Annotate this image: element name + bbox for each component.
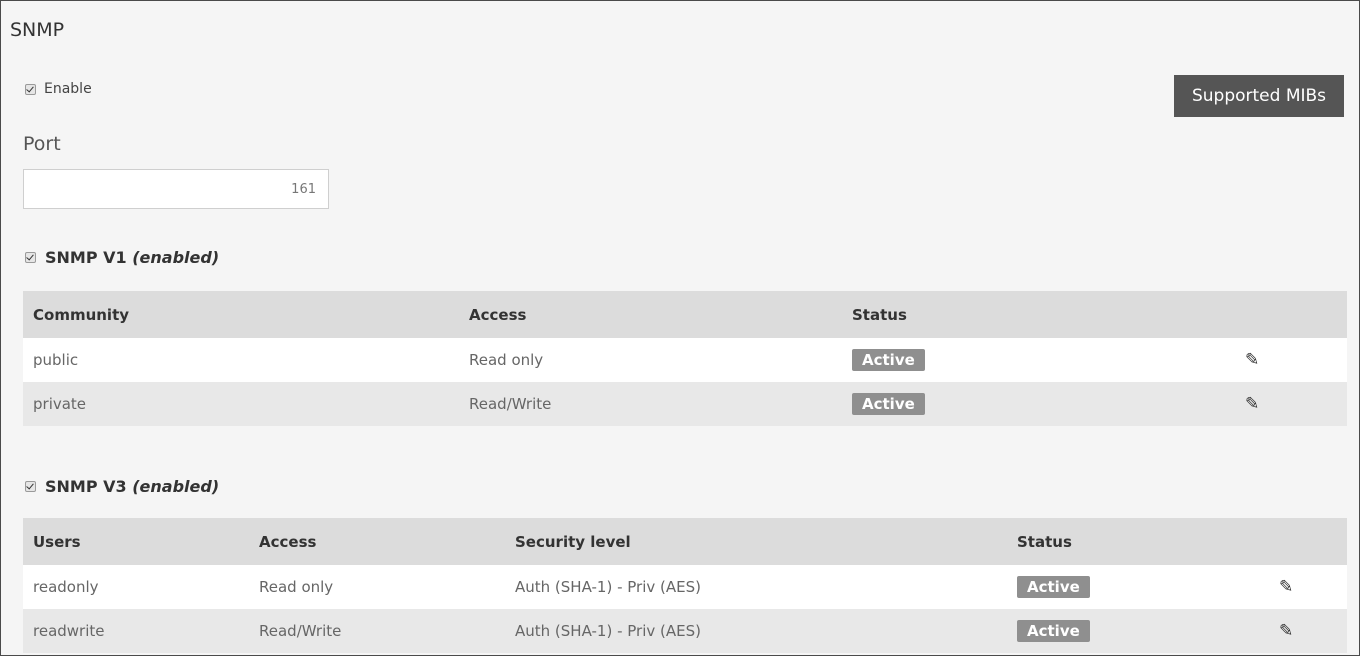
- snmp-v1-name: SNMP V1: [45, 248, 127, 267]
- snmp-v1-toggle[interactable]: SNMP V1 (enabled): [25, 248, 219, 267]
- user-cell: readonly: [33, 578, 99, 596]
- snmp-v3-toggle[interactable]: SNMP V3 (enabled): [25, 477, 219, 496]
- col-access: Access: [259, 532, 317, 551]
- enable-toggle[interactable]: Enable: [25, 81, 92, 97]
- access-cell: Read/Write: [259, 622, 342, 640]
- col-status: Status: [1017, 532, 1072, 551]
- enable-label: Enable: [44, 81, 92, 97]
- col-status: Status: [852, 305, 907, 324]
- col-users: Users: [33, 532, 81, 551]
- status-badge: Active: [852, 393, 925, 415]
- status-badge: Active: [1017, 620, 1090, 642]
- table-row: private Read/Write Active ✎: [23, 382, 1347, 426]
- table-row: public Read only Active ✎: [23, 338, 1347, 382]
- col-community: Community: [33, 305, 130, 324]
- user-cell: readwrite: [33, 622, 105, 640]
- access-cell: Read only: [259, 578, 334, 596]
- table-row: readonly Read only Auth (SHA-1) - Priv (…: [23, 565, 1347, 609]
- access-cell: Read/Write: [469, 395, 552, 413]
- port-input[interactable]: [23, 169, 329, 209]
- pencil-icon[interactable]: ✎: [1279, 565, 1293, 609]
- snmp-v1-state: (enabled): [132, 248, 220, 267]
- community-cell: private: [33, 395, 87, 413]
- pencil-icon[interactable]: ✎: [1279, 609, 1293, 653]
- status-badge: Active: [1017, 576, 1090, 598]
- snmp-v1-checkbox[interactable]: [25, 252, 36, 263]
- security-cell: Auth (SHA-1) - Priv (AES): [515, 578, 701, 596]
- table-row: readwrite Read/Write Auth (SHA-1) - Priv…: [23, 609, 1347, 653]
- snmp-panel: SNMP Enable Supported MIBs Port SNMP V1 …: [0, 0, 1360, 656]
- pencil-icon[interactable]: ✎: [1245, 338, 1259, 382]
- snmp-v3-state: (enabled): [132, 477, 220, 496]
- snmp-v3-checkbox[interactable]: [25, 481, 36, 492]
- col-security-level: Security level: [515, 532, 631, 551]
- access-cell: Read only: [469, 351, 544, 369]
- table-header: Users Access Security level Status: [23, 518, 1347, 565]
- security-cell: Auth (SHA-1) - Priv (AES): [515, 622, 701, 640]
- port-label: Port: [23, 133, 61, 155]
- community-cell: public: [33, 351, 79, 369]
- pencil-icon[interactable]: ✎: [1245, 382, 1259, 426]
- status-badge: Active: [852, 349, 925, 371]
- table-header: Community Access Status: [23, 291, 1347, 338]
- col-access: Access: [469, 305, 527, 324]
- enable-checkbox[interactable]: [25, 83, 36, 95]
- supported-mibs-button[interactable]: Supported MIBs: [1174, 75, 1344, 117]
- page-title: SNMP: [10, 19, 65, 41]
- snmp-v3-name: SNMP V3: [45, 477, 127, 496]
